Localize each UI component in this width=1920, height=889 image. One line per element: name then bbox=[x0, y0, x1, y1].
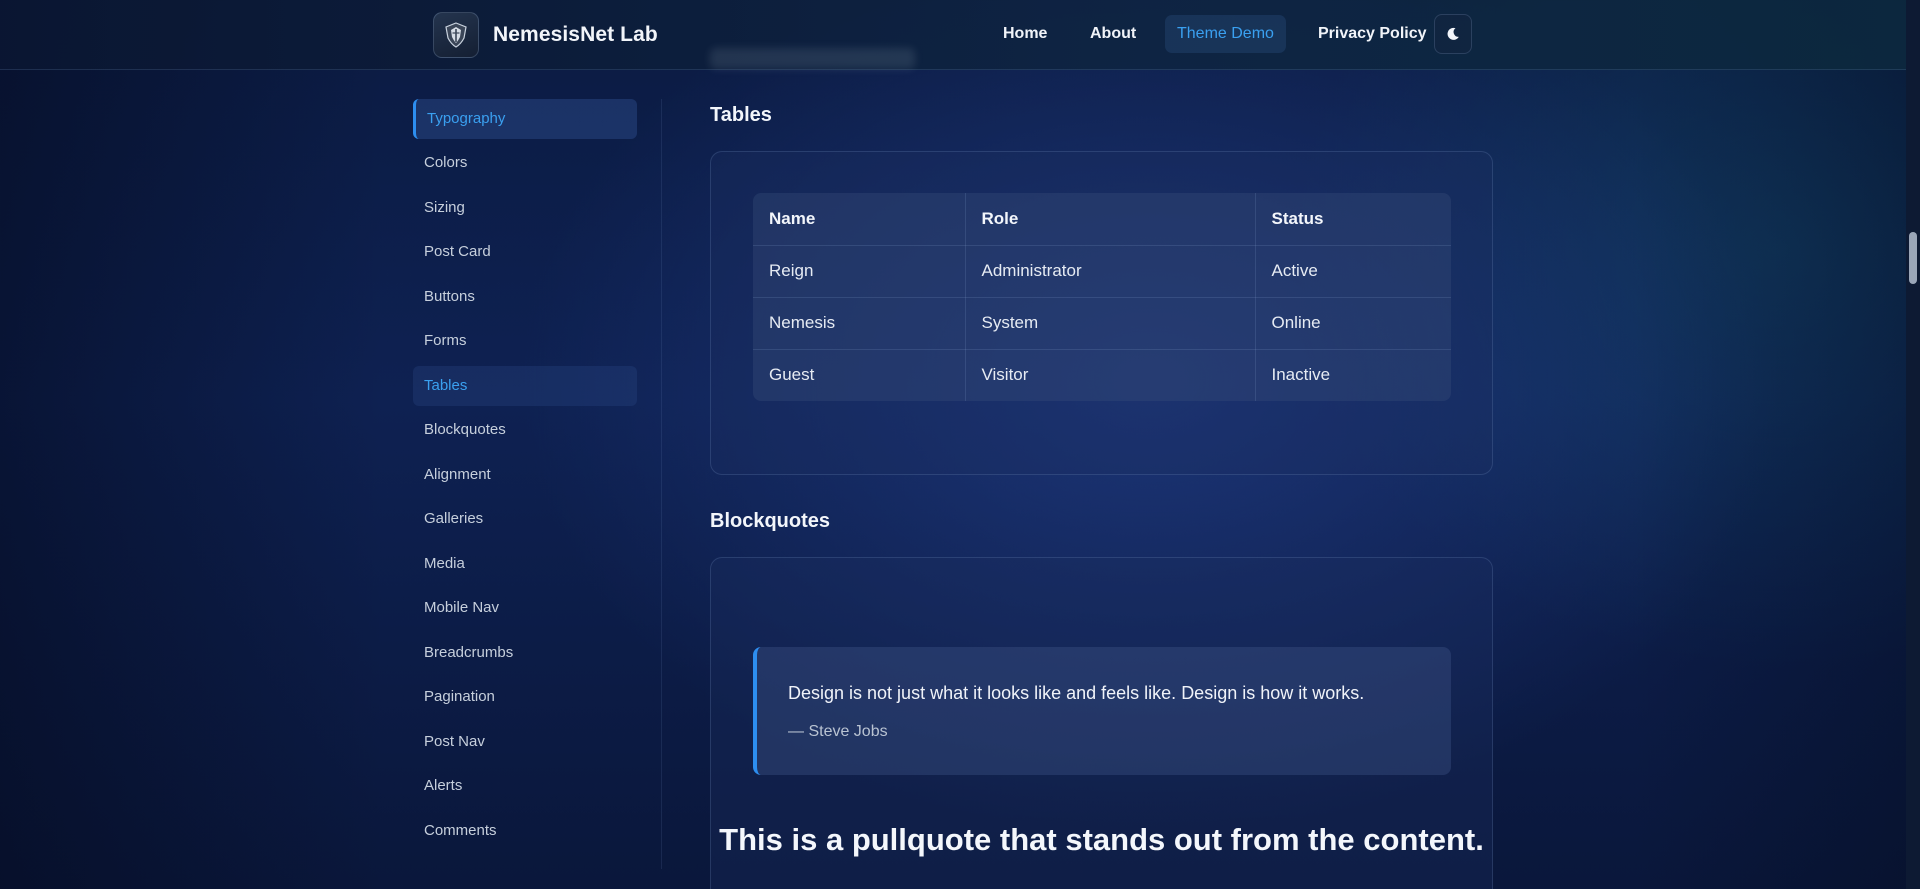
column-header-role: Role bbox=[965, 193, 1256, 246]
tables-demo-card: Name Role Status Reign Administrator Act… bbox=[710, 151, 1493, 475]
sidebar-item-blockquotes[interactable]: Blockquotes bbox=[413, 410, 637, 450]
sidebar-item-sizing[interactable]: Sizing bbox=[413, 188, 637, 228]
table-row: Guest Visitor Inactive bbox=[753, 349, 1451, 401]
column-header-name: Name bbox=[753, 193, 966, 246]
table-row: Nemesis System Online bbox=[753, 297, 1451, 350]
site-header: NemesisNet Lab Home About Theme Demo Pri… bbox=[0, 0, 1906, 70]
table-row: Reign Administrator Active bbox=[753, 245, 1451, 298]
sidebar-divider bbox=[661, 99, 662, 869]
sidebar-item-galleries[interactable]: Galleries bbox=[413, 499, 637, 539]
cell-status: Online bbox=[1255, 297, 1451, 350]
shield-emblem-icon bbox=[433, 12, 479, 58]
cell-role: Administrator bbox=[965, 245, 1256, 298]
quote-text: Design is not just what it looks like an… bbox=[788, 683, 1365, 703]
cell-status: Active bbox=[1255, 245, 1451, 298]
blockquotes-demo-card: Design is not just what it looks like an… bbox=[710, 557, 1493, 889]
cell-status: Inactive bbox=[1271, 365, 1331, 385]
sidebar-item-alignment[interactable]: Alignment bbox=[413, 455, 637, 495]
sidebar-item-post-card[interactable]: Post Card bbox=[413, 232, 637, 272]
nav-theme-demo[interactable]: Theme Demo bbox=[1165, 15, 1286, 53]
scrollbar-thumb[interactable] bbox=[1909, 232, 1917, 284]
sidebar-item-alerts[interactable]: Alerts bbox=[413, 766, 637, 806]
cell-name: Guest bbox=[753, 349, 966, 401]
sidebar-item-tables[interactable]: Tables bbox=[413, 366, 637, 406]
sidebar-item-breadcrumbs[interactable]: Breadcrumbs bbox=[413, 633, 637, 673]
brand-name: NemesisNet Lab bbox=[493, 23, 658, 46]
nav-about[interactable]: About bbox=[1078, 15, 1148, 53]
cell-name: Reign bbox=[753, 245, 966, 298]
demo-table: Name Role Status Reign Administrator Act… bbox=[753, 193, 1451, 401]
nav-privacy-policy[interactable]: Privacy Policy bbox=[1306, 15, 1439, 53]
blockquote: Design is not just what it looks like an… bbox=[753, 647, 1451, 775]
sidebar-item-mobile-nav[interactable]: Mobile Nav bbox=[413, 588, 637, 628]
sidebar-item-typography[interactable]: Typography bbox=[413, 99, 637, 139]
cell-role: System bbox=[965, 297, 1256, 350]
cell-role: Visitor bbox=[965, 349, 1256, 401]
sidebar-item-media[interactable]: Media bbox=[413, 544, 637, 584]
quote-citation: — Steve Jobs bbox=[788, 723, 888, 740]
blockquotes-section-title: Blockquotes bbox=[710, 510, 831, 532]
pullquote: This is a pullquote that stands out from… bbox=[719, 822, 1484, 857]
moon-icon bbox=[1447, 27, 1459, 40]
page-scrollbar[interactable] bbox=[1906, 0, 1920, 889]
theme-toggle-button[interactable] bbox=[1434, 14, 1472, 54]
nav-home[interactable]: Home bbox=[991, 15, 1059, 53]
sidebar-item-forms[interactable]: Forms bbox=[413, 321, 637, 361]
brand[interactable]: NemesisNet Lab bbox=[433, 11, 658, 59]
sidebar-item-pagination[interactable]: Pagination bbox=[413, 677, 637, 717]
tables-section-title: Tables bbox=[710, 104, 772, 126]
scrolled-content-ghost bbox=[710, 48, 915, 69]
sidebar-item-post-nav[interactable]: Post Nav bbox=[413, 722, 637, 762]
column-header-status: Status bbox=[1255, 193, 1451, 246]
sidebar-item-colors[interactable]: Colors bbox=[413, 143, 637, 183]
cell-name: Nemesis bbox=[753, 297, 966, 350]
sidebar-item-comments[interactable]: Comments bbox=[413, 811, 637, 851]
table-header-row: Name Role Status bbox=[753, 193, 1451, 246]
sidebar-item-buttons[interactable]: Buttons bbox=[413, 277, 637, 317]
